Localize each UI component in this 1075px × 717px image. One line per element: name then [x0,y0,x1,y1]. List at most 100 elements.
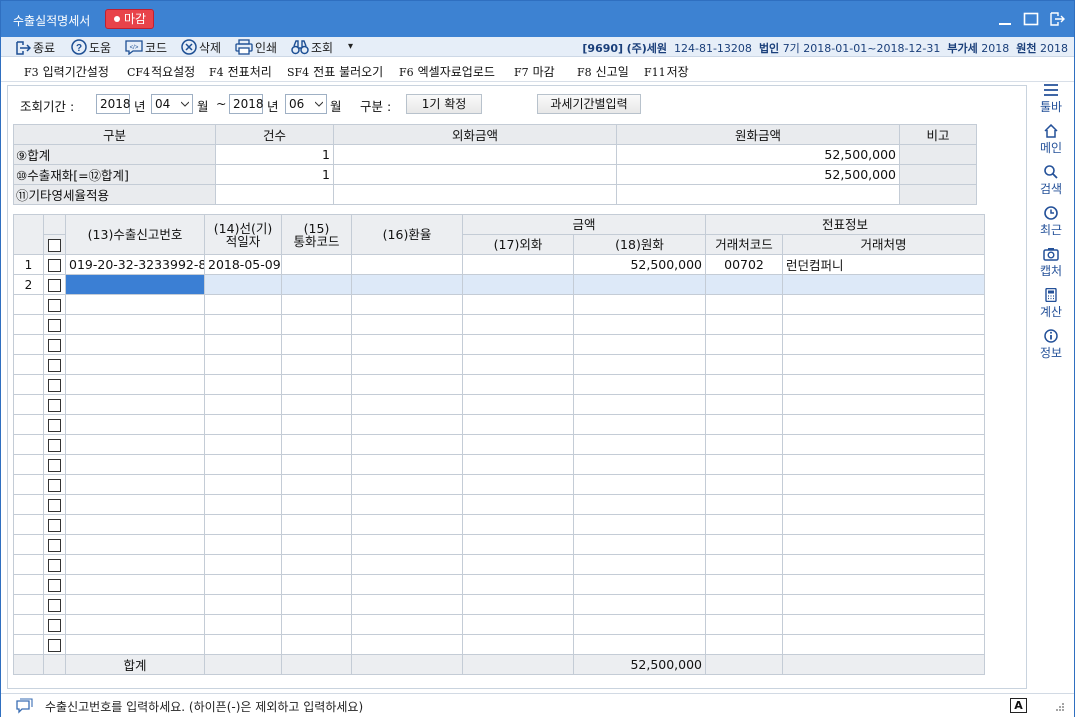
empty-cell[interactable] [65,314,205,335]
empty-cell[interactable] [705,614,784,635]
empty-cell[interactable] [204,594,282,615]
table-row-empty[interactable] [13,454,986,475]
more-dropdown[interactable]: ▾ [348,41,353,52]
table-row-empty[interactable] [13,434,986,455]
empty-cell[interactable] [782,434,986,455]
fkey-f11[interactable]: F11저장 [644,63,689,80]
export-no-cell[interactable]: 019-20-32-3233992-8 [65,254,205,275]
empty-cell[interactable] [462,554,574,575]
empty-cell[interactable] [351,474,463,495]
empty-cell[interactable] [281,294,352,315]
empty-cell[interactable] [462,474,574,495]
rate-cell[interactable] [351,274,463,295]
empty-cell[interactable] [705,334,784,355]
row-checkbox[interactable] [48,639,61,652]
krw-cell[interactable] [572,274,707,295]
empty-cell[interactable] [204,414,282,435]
empty-cell[interactable] [281,494,352,515]
empty-cell[interactable] [705,454,784,475]
help-button[interactable]: ? 도움 [71,39,111,56]
empty-cell[interactable] [351,574,463,595]
empty-cell[interactable] [782,634,986,655]
empty-cell[interactable] [281,534,352,555]
empty-cell[interactable] [572,354,707,375]
sidebar-item-main[interactable]: 메인 [1031,124,1071,156]
empty-cell[interactable] [705,434,784,455]
empty-cell[interactable] [351,634,463,655]
table-row-empty[interactable] [13,554,986,575]
empty-cell[interactable] [782,414,986,435]
table-row-empty[interactable] [13,514,986,535]
empty-cell[interactable] [782,294,986,315]
empty-cell[interactable] [351,494,463,515]
row-checkbox[interactable] [48,499,61,512]
empty-cell[interactable] [281,374,352,395]
empty-cell[interactable] [572,574,707,595]
table-row-empty[interactable] [13,334,986,355]
inquiry-button[interactable]: 조회 [291,39,333,56]
empty-cell[interactable] [281,614,352,635]
currency-cell[interactable] [281,274,352,295]
empty-cell[interactable] [782,574,986,595]
empty-cell[interactable] [351,334,463,355]
row-checkbox[interactable] [48,539,61,552]
sidebar-item-calculator[interactable]: 계산 [1031,288,1071,320]
empty-cell[interactable] [65,514,205,535]
empty-cell[interactable] [572,554,707,575]
empty-cell[interactable] [705,554,784,575]
fkey-sf4[interactable]: SF4 전표 불러오기 [287,63,383,80]
empty-cell[interactable] [204,334,282,355]
empty-cell[interactable] [204,354,282,375]
row-checkbox[interactable] [48,599,61,612]
empty-cell[interactable] [65,334,205,355]
type-select[interactable]: 1기 확정 [406,94,482,114]
empty-cell[interactable] [65,294,205,315]
summary-krw[interactable] [616,184,900,205]
table-row-empty[interactable] [13,294,986,315]
krw-cell[interactable]: 52,500,000 [572,254,707,275]
empty-cell[interactable] [462,334,574,355]
empty-cell[interactable] [782,514,986,535]
empty-cell[interactable] [782,334,986,355]
foreign-cell[interactable] [462,274,574,295]
empty-cell[interactable] [281,594,352,615]
empty-cell[interactable] [705,514,784,535]
empty-cell[interactable] [204,434,282,455]
empty-cell[interactable] [351,414,463,435]
empty-cell[interactable] [572,474,707,495]
empty-cell[interactable] [462,534,574,555]
table-row-empty[interactable] [13,414,986,435]
empty-cell[interactable] [351,394,463,415]
empty-cell[interactable] [782,454,986,475]
empty-cell[interactable] [782,474,986,495]
row-checkbox[interactable] [48,279,61,292]
logout-icon[interactable] [1049,11,1065,27]
from-month-select[interactable]: 04 [151,94,193,114]
empty-cell[interactable] [351,534,463,555]
table-row-empty[interactable] [13,594,986,615]
maximize-icon[interactable] [1023,11,1039,27]
empty-cell[interactable] [782,374,986,395]
empty-cell[interactable] [782,354,986,375]
empty-cell[interactable] [705,474,784,495]
empty-cell[interactable] [705,574,784,595]
empty-cell[interactable] [281,334,352,355]
empty-cell[interactable] [204,474,282,495]
empty-cell[interactable] [281,414,352,435]
empty-cell[interactable] [462,574,574,595]
empty-cell[interactable] [462,614,574,635]
empty-cell[interactable] [462,294,574,315]
row-checkbox[interactable] [48,479,61,492]
empty-cell[interactable] [572,634,707,655]
sidebar-item-capture[interactable]: 캡처 [1031,247,1071,279]
row-checkbox[interactable] [48,319,61,332]
empty-cell[interactable] [281,554,352,575]
empty-cell[interactable] [462,494,574,515]
table-row-empty[interactable] [13,614,986,635]
row-checkbox[interactable] [48,419,61,432]
empty-cell[interactable] [572,434,707,455]
empty-cell[interactable] [782,614,986,635]
ship-date-cell[interactable] [204,274,282,295]
table-row-empty[interactable] [13,634,986,655]
empty-cell[interactable] [572,374,707,395]
